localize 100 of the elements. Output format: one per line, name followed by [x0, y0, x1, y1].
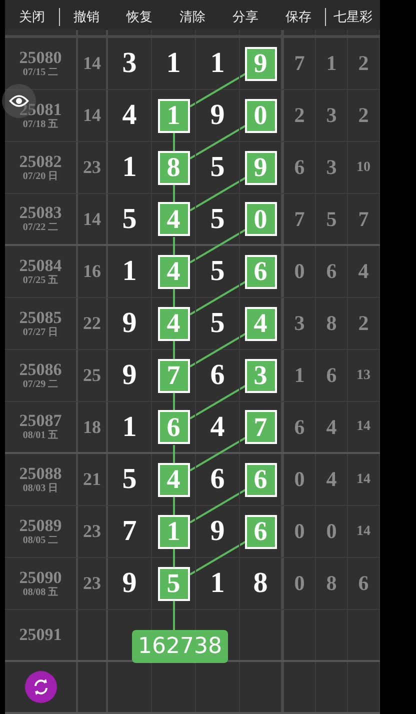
draw-date: 08/01 五 — [22, 430, 58, 442]
draw-date: 07/27 日 — [22, 326, 58, 338]
digit[interactable]: 6 — [210, 359, 225, 392]
issue-number: 25088 — [19, 464, 62, 482]
connector-line — [173, 237, 175, 255]
issue-number: 25090 — [19, 568, 62, 586]
digit[interactable]: 9 — [122, 307, 137, 340]
digit[interactable]: 1 — [122, 151, 137, 184]
digit[interactable]: 9 — [122, 359, 137, 392]
connector-line — [173, 289, 175, 307]
extra-value: 14 — [356, 524, 370, 540]
extra-value: 2 — [358, 103, 369, 128]
extra-value: 2 — [358, 51, 369, 76]
draw-date: 08/03 日 — [22, 482, 58, 494]
extra-value: 1 — [294, 363, 305, 388]
digit[interactable]: 5 — [122, 202, 137, 236]
connector-line — [173, 549, 175, 567]
digit[interactable]: 5 — [122, 463, 137, 496]
sum-value: 16 — [83, 261, 101, 282]
connector-line — [173, 185, 175, 203]
extra-value: 3 — [326, 155, 337, 180]
issue-number: 25086 — [19, 360, 62, 378]
extra-value: 10 — [356, 160, 370, 176]
extra-value: 2 — [358, 311, 369, 336]
draw-date: 08/08 五 — [22, 586, 58, 598]
issue-number: 25087 — [19, 412, 62, 430]
sum-value: 23 — [83, 521, 101, 542]
refresh-button[interactable] — [24, 671, 56, 703]
issue-number: 25083 — [19, 204, 62, 222]
draw-date: 08/05 二 — [22, 534, 58, 546]
toolbar-button[interactable]: 保存 — [272, 8, 325, 26]
sum-value: 14 — [83, 105, 101, 126]
toolbar-button[interactable]: 七星彩 — [325, 8, 380, 26]
digit[interactable]: 1 — [122, 255, 137, 288]
toolbar-button[interactable]: 关闭 — [5, 8, 60, 26]
connector-line — [173, 393, 175, 411]
digit[interactable]: 5 — [210, 255, 225, 288]
digit[interactable]: 4 — [210, 410, 225, 444]
extra-value: 6 — [326, 363, 337, 388]
extra-value: 0 — [326, 519, 337, 544]
connector-line — [173, 133, 175, 151]
digit[interactable]: 5 — [210, 307, 225, 340]
extra-value: 8 — [326, 311, 337, 336]
digit[interactable]: 1 — [166, 47, 181, 80]
extra-value: 4 — [358, 259, 369, 284]
issue-number: 25080 — [19, 48, 62, 66]
draw-date: 07/18 五 — [22, 118, 58, 130]
digit[interactable]: 8 — [253, 567, 268, 600]
extra-value: 0 — [294, 519, 305, 544]
sum-value: 18 — [83, 416, 101, 438]
extra-value: 3 — [294, 311, 305, 336]
sum-value: 14 — [83, 208, 101, 230]
extra-value: 6 — [326, 259, 337, 284]
connector-line — [173, 445, 175, 463]
extra-value: 4 — [326, 467, 337, 492]
extra-value: 7 — [358, 206, 369, 232]
sum-value: 14 — [83, 53, 101, 74]
sum-value: 25 — [83, 365, 101, 386]
extra-value: 7 — [294, 206, 305, 232]
extra-value: 14 — [356, 472, 370, 488]
draw-date: 07/29 二 — [22, 378, 58, 390]
connector-line — [173, 341, 175, 359]
extra-value: 5 — [326, 206, 337, 232]
digit[interactable]: 1 — [210, 567, 225, 600]
toolbar-button[interactable]: 清除 — [166, 8, 219, 26]
extra-value: 0 — [294, 571, 305, 596]
draw-date: 07/22 二 — [22, 222, 58, 234]
sum-value: 22 — [83, 313, 101, 334]
digit[interactable]: 6 — [210, 463, 225, 496]
toolbar-button[interactable]: 撤销 — [60, 8, 113, 26]
toolbar-button[interactable]: 恢复 — [113, 8, 166, 26]
digit[interactable]: 9 — [210, 515, 225, 548]
connector-line — [173, 497, 175, 515]
issue-number: 25082 — [19, 152, 62, 170]
extra-value: 0 — [294, 467, 305, 492]
draw-date: 07/20 日 — [22, 170, 58, 182]
extra-value: 14 — [356, 419, 370, 435]
digit[interactable]: 4 — [122, 99, 137, 132]
draw-date: 07/25 五 — [22, 274, 58, 286]
refresh-icon — [32, 678, 50, 696]
toolbar-button[interactable]: 分享 — [219, 8, 272, 26]
digit[interactable]: 1 — [122, 410, 137, 444]
extra-value: 6 — [294, 155, 305, 180]
digit[interactable]: 9 — [122, 567, 137, 600]
digit[interactable]: 1 — [210, 47, 225, 80]
digit[interactable]: 5 — [210, 202, 225, 236]
extra-value: 0 — [294, 259, 305, 284]
digit[interactable]: 7 — [122, 515, 137, 548]
digit[interactable]: 3 — [122, 47, 137, 80]
extra-value: 7 — [294, 51, 305, 76]
issue-number: 25084 — [19, 256, 62, 274]
extra-value: 6 — [294, 414, 305, 440]
digit[interactable]: 9 — [210, 99, 225, 132]
connector-line — [173, 601, 175, 630]
issue-number: 25089 — [19, 516, 62, 534]
extra-value: 3 — [326, 103, 337, 128]
digit[interactable]: 5 — [210, 151, 225, 184]
extra-value: 6 — [358, 571, 369, 596]
draw-date: 07/15 二 — [22, 66, 58, 78]
prediction-badge: 162738 — [132, 630, 228, 663]
